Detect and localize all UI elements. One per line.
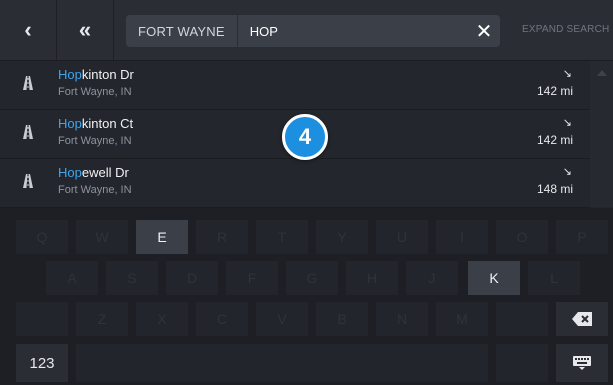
- key-s[interactable]: S: [106, 261, 158, 295]
- result-distance: 142 mi: [536, 133, 573, 147]
- result-name: Hopkinton Ct: [58, 116, 134, 131]
- step-number-badge: 4: [282, 114, 328, 160]
- key-h[interactable]: H: [346, 261, 398, 295]
- key-g[interactable]: G: [286, 261, 338, 295]
- on-screen-keyboard: Q W E R T Y U I O P A S D F G H J K L Z …: [0, 208, 613, 385]
- city-filter[interactable]: FORT WAYNE: [126, 15, 238, 47]
- numbers-key[interactable]: 123: [16, 344, 68, 382]
- hide-keyboard-button[interactable]: [556, 344, 608, 382]
- scroll-up-icon[interactable]: [597, 70, 607, 76]
- result-distance: 148 mi: [536, 182, 573, 196]
- key-t[interactable]: T: [256, 220, 308, 254]
- backspace-button[interactable]: [556, 302, 608, 336]
- result-address: Fort Wayne, IN: [58, 184, 132, 196]
- result-distance: 142 mi: [536, 84, 573, 98]
- key-c[interactable]: C: [196, 302, 248, 336]
- road-icon: [23, 125, 33, 139]
- key-d[interactable]: D: [166, 261, 218, 295]
- search-input[interactable]: HOP: [238, 24, 468, 39]
- result-name: Hopewell Dr: [58, 165, 129, 180]
- clear-search-button[interactable]: ✕: [468, 19, 500, 44]
- back-to-start-button[interactable]: «: [57, 0, 114, 60]
- key-j[interactable]: J: [406, 261, 458, 295]
- key-a[interactable]: A: [46, 261, 98, 295]
- key-w[interactable]: W: [76, 220, 128, 254]
- direction-arrow-icon: ↘: [562, 166, 572, 178]
- key-z[interactable]: Z: [76, 302, 128, 336]
- search-box[interactable]: FORT WAYNE HOP ✕: [126, 15, 500, 47]
- key-k[interactable]: K: [468, 261, 520, 295]
- key-blank-right[interactable]: [496, 302, 548, 336]
- result-address: Fort Wayne, IN: [58, 135, 132, 147]
- double-chevron-left-icon: «: [78, 17, 92, 42]
- keyboard-hide-icon: [573, 356, 591, 370]
- key-f[interactable]: F: [226, 261, 278, 295]
- key-blank-bottom[interactable]: [496, 344, 548, 382]
- key-n[interactable]: N: [376, 302, 428, 336]
- key-e[interactable]: E: [136, 220, 188, 254]
- key-u[interactable]: U: [376, 220, 428, 254]
- key-p[interactable]: P: [556, 220, 608, 254]
- key-i[interactable]: I: [436, 220, 488, 254]
- expand-search-button[interactable]: EXPAND SEARCH: [522, 24, 609, 35]
- back-button[interactable]: ‹: [0, 0, 57, 60]
- road-icon: [23, 76, 33, 90]
- result-address: Fort Wayne, IN: [58, 86, 132, 98]
- key-q[interactable]: Q: [16, 220, 68, 254]
- backspace-icon: [572, 312, 592, 326]
- key-y[interactable]: Y: [316, 220, 368, 254]
- result-row[interactable]: Hopkinton Dr Fort Wayne, IN ↘ 142 mi: [0, 61, 590, 110]
- key-o[interactable]: O: [496, 220, 548, 254]
- key-blank-left[interactable]: [16, 302, 68, 336]
- top-bar: ‹ « FORT WAYNE HOP ✕ EXPAND SEARCH: [0, 0, 613, 61]
- key-x[interactable]: X: [136, 302, 188, 336]
- chevron-left-icon: ‹: [24, 17, 32, 42]
- key-m[interactable]: M: [436, 302, 488, 336]
- key-v[interactable]: V: [256, 302, 308, 336]
- road-icon: [23, 174, 33, 188]
- space-key[interactable]: [76, 344, 488, 382]
- key-b[interactable]: B: [316, 302, 368, 336]
- direction-arrow-icon: ↘: [562, 117, 572, 129]
- key-l[interactable]: L: [528, 261, 580, 295]
- key-r[interactable]: R: [196, 220, 248, 254]
- direction-arrow-icon: ↘: [562, 68, 572, 80]
- result-row[interactable]: Hopewell Dr Fort Wayne, IN ↘ 148 mi: [0, 159, 590, 208]
- close-icon: ✕: [475, 20, 493, 43]
- scrollbar[interactable]: [590, 61, 613, 207]
- result-name: Hopkinton Dr: [58, 67, 134, 82]
